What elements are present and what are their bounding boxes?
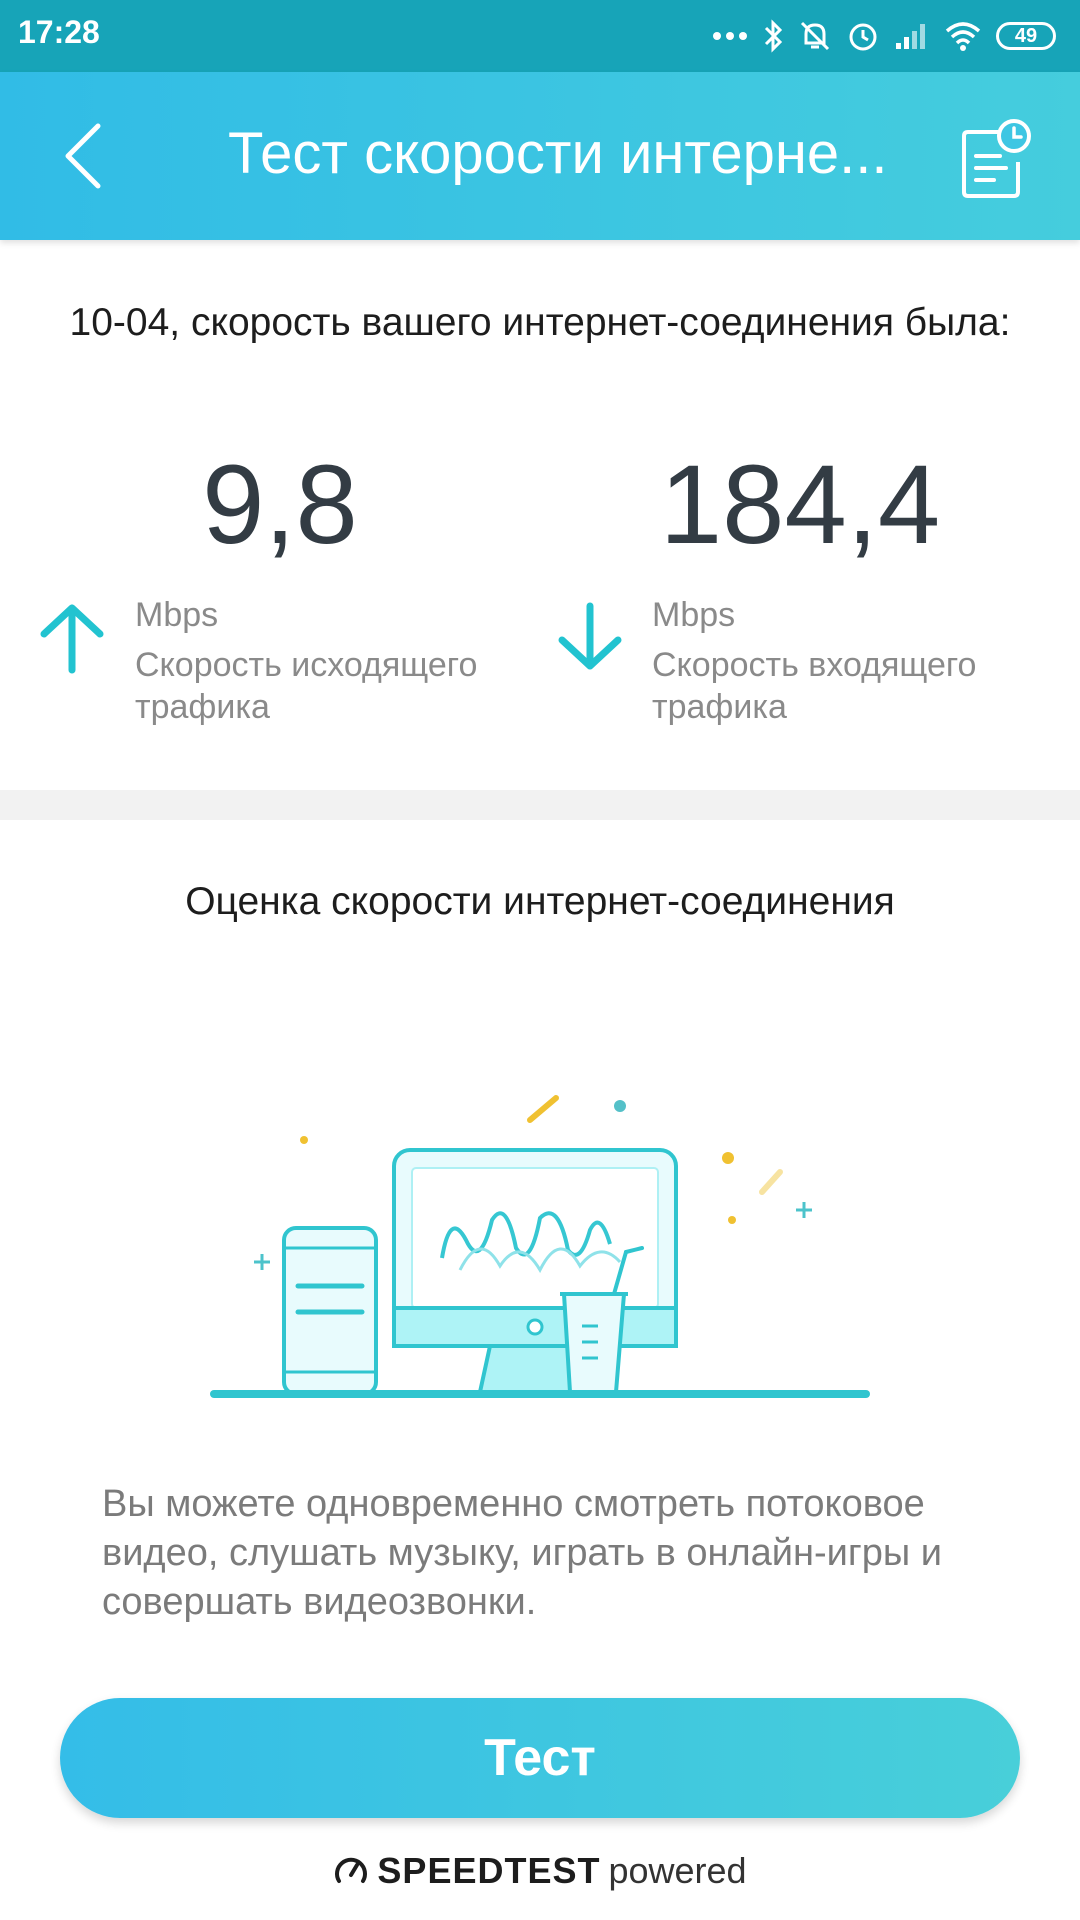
- result-date-line: 10-04, скорость вашего интернет-соединен…: [69, 301, 1011, 344]
- download-speed-value: 184,4: [659, 442, 941, 567]
- speedometer-icon: [335, 1857, 368, 1883]
- test-button[interactable]: Тест: [60, 1698, 1020, 1818]
- upload-speed-value: 9,8: [202, 442, 358, 567]
- download-speed-label: Mbps Скорость входящего трафика: [652, 594, 1052, 728]
- signal-icon: [896, 24, 925, 49]
- more-icon: [713, 32, 747, 40]
- status-bar: 17:28 49: [0, 0, 1080, 72]
- battery-level: 49: [1014, 24, 1038, 47]
- upload-caption: Скорость исходящего трафика: [135, 646, 478, 726]
- silent-icon: [800, 21, 830, 51]
- devices-illustration: [210, 1095, 870, 1398]
- speedtest-powered-logo: SPEEDTEST powered: [0, 1850, 1080, 1892]
- wifi-icon: [945, 22, 981, 51]
- history-button[interactable]: [958, 116, 1034, 202]
- chevron-left-icon: [65, 123, 101, 189]
- upload-speed-label: Mbps Скорость исходящего трафика: [135, 594, 535, 728]
- section-divider: [0, 790, 1080, 820]
- powered-text: powered: [608, 1850, 747, 1891]
- bluetooth-icon: [764, 19, 783, 53]
- arrow-up-icon: [40, 604, 104, 674]
- back-button[interactable]: [56, 116, 116, 196]
- upload-unit: Mbps: [135, 596, 219, 634]
- rating-title: Оценка скорости интернет-соединения: [185, 880, 895, 923]
- app-header: Тест скорости интерне...: [0, 72, 1080, 240]
- download-unit: Mbps: [652, 596, 736, 634]
- status-icons: 49: [712, 12, 1056, 60]
- rating-description: Вы можете одновременно смотреть потоково…: [102, 1483, 942, 1623]
- status-time: 17:28: [18, 14, 100, 50]
- page-title: Тест скорости интерне...: [228, 121, 888, 186]
- test-button-label: Тест: [484, 1729, 596, 1787]
- speedtest-brand: SPEEDTEST: [377, 1850, 601, 1891]
- battery-icon: 49: [996, 22, 1056, 50]
- download-caption: Скорость входящего трафика: [652, 646, 977, 726]
- arrow-down-icon: [558, 602, 622, 670]
- history-icon: [962, 119, 1031, 198]
- alarm-icon: [849, 23, 877, 51]
